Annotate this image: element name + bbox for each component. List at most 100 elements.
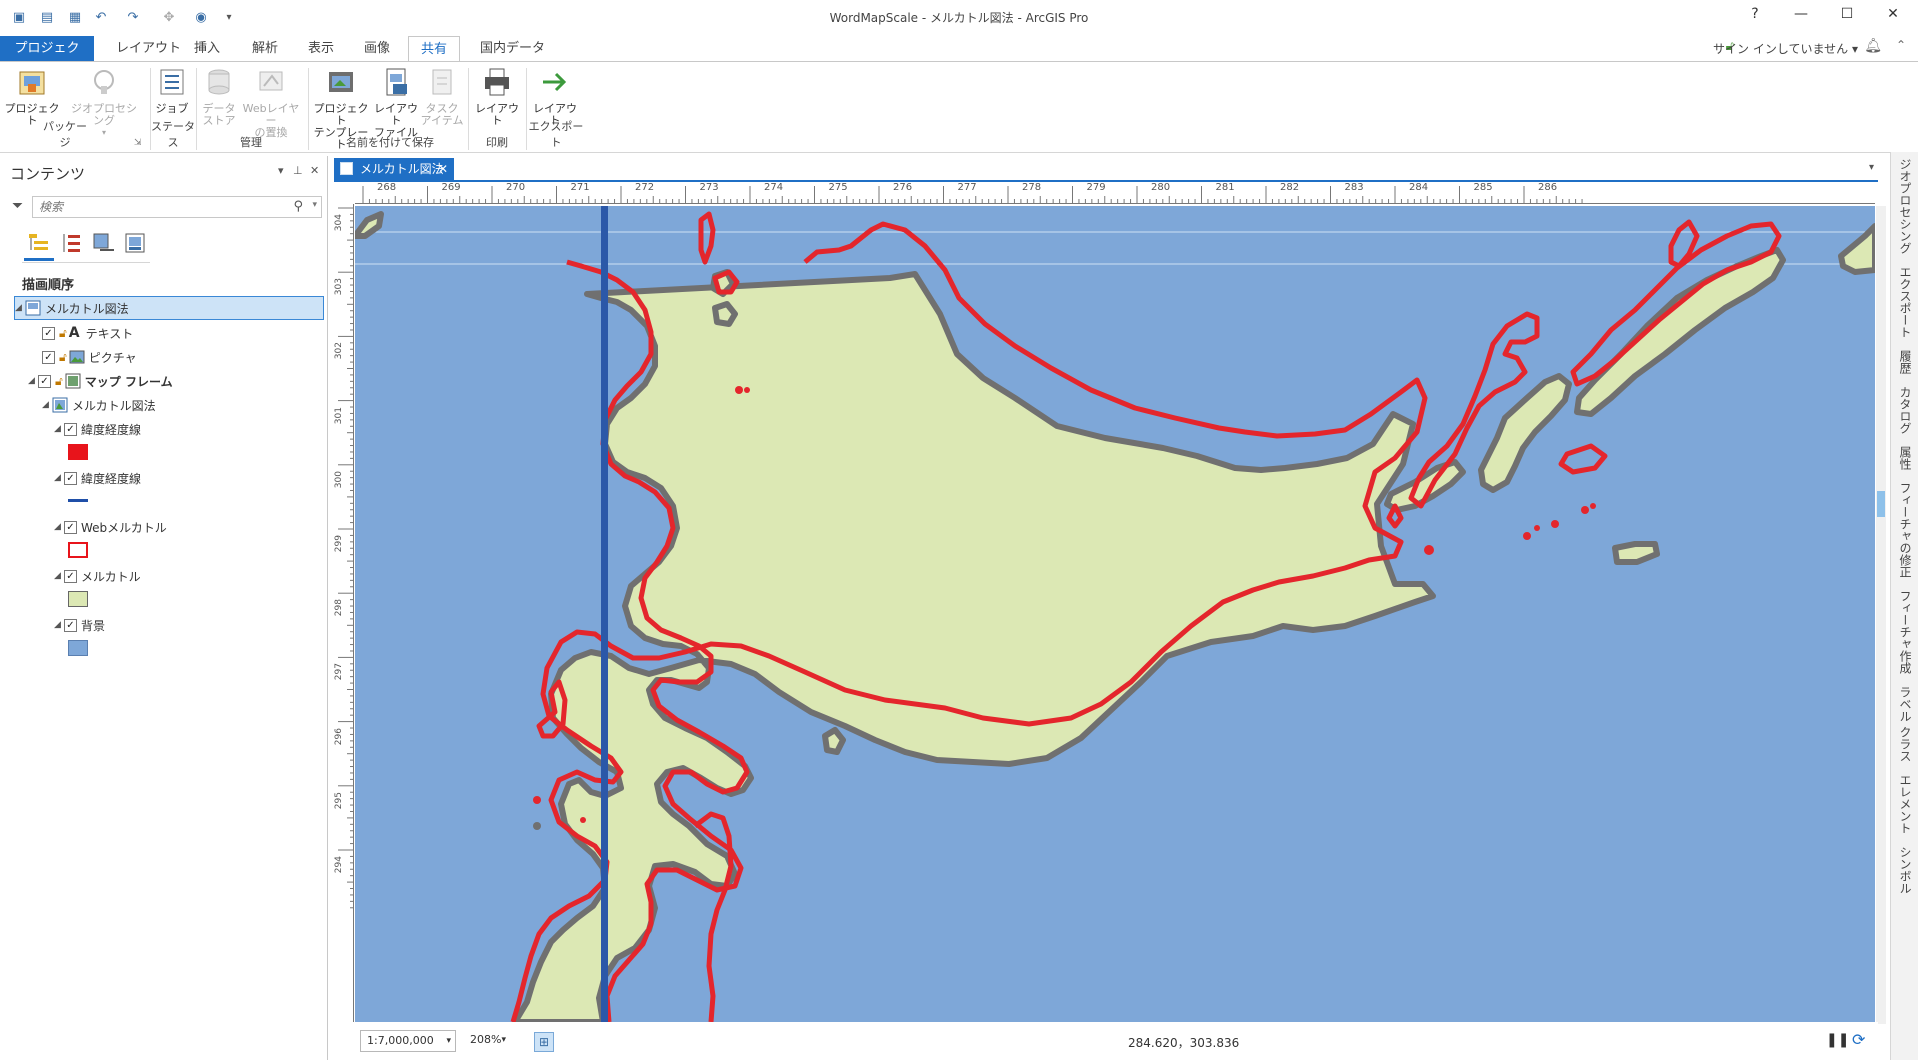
task-item-label-2: アイテム xyxy=(420,114,464,127)
window-title: WordMapScale - メルカトル図法 - ArcGIS Pro xyxy=(829,11,1089,25)
filter-icon[interactable]: ⏷ xyxy=(12,198,23,214)
print-layout-button[interactable]: レイアウト xyxy=(472,66,522,127)
close-button[interactable]: ✕ xyxy=(1878,6,1908,28)
dock-catalog[interactable]: カタログ xyxy=(1897,386,1914,434)
dock-history[interactable]: 履歴 xyxy=(1897,350,1914,374)
lock-icon[interactable]: 🔓︎ xyxy=(55,374,63,389)
vertical-scroll-thumb[interactable] xyxy=(1877,491,1885,517)
group-export: エクスポート xyxy=(528,120,584,149)
dock-symbol[interactable]: シンボル xyxy=(1897,846,1914,894)
scale-selector[interactable]: 1:7,000,000 ▾ xyxy=(360,1030,456,1052)
tree-item-picture[interactable]: ✓ 🔓︎ ピクチャ xyxy=(42,347,137,367)
dock-export[interactable]: エクスポート xyxy=(1897,266,1914,338)
visibility-checkbox[interactable]: ✓ xyxy=(64,471,77,485)
dialog-launcher-icon[interactable]: ⇲ xyxy=(134,138,142,148)
save-layout-file-button[interactable]: レイアウト ファイル xyxy=(372,66,420,139)
ruler-top-label: 276 xyxy=(893,182,913,193)
tree-item-map-frame[interactable]: ◢ ✓ 🔓︎ マップ フレーム xyxy=(28,371,173,391)
zoom-value: 208% xyxy=(470,1033,502,1046)
background-fill-swatch[interactable] xyxy=(68,640,88,656)
right-dock: ジオプロセシング エクスポート 履歴 カタログ 属性 フィーチャの修正 フィーチ… xyxy=(1890,152,1918,1060)
contents-pane: コンテンツ ▾ ⊥ ✕ ⏷ ⚲ ▾ 描画順序 ◢ メルカトル図法 ✓ 🔓︎ A … xyxy=(0,156,328,1060)
graticule-fill-swatch[interactable] xyxy=(68,444,88,460)
tree-item-graticule-2[interactable]: ◢ ✓ 緯度経度線 xyxy=(54,468,141,488)
tree-item-mercator[interactable]: ◢ ✓ メルカトル xyxy=(54,566,141,586)
list-by-selection-icon[interactable] xyxy=(90,230,116,256)
lock-icon[interactable]: 🔓︎ xyxy=(59,326,67,341)
tab-share[interactable]: 共有 xyxy=(408,36,461,62)
collapse-icon[interactable]: ◢ xyxy=(54,522,64,532)
ribbon-collapse-icon[interactable]: ⌃ xyxy=(1896,38,1906,52)
minimize-button[interactable]: — xyxy=(1786,6,1816,28)
draw-order-tab-icon[interactable] xyxy=(26,230,52,256)
pane-menu-icon[interactable]: ▾ xyxy=(278,164,284,177)
map-canvas[interactable] xyxy=(355,206,1875,1022)
contents-search[interactable]: ⚲ ▾ xyxy=(32,196,322,218)
visibility-checkbox[interactable]: ✓ xyxy=(64,618,77,632)
ruler-top-label: 281 xyxy=(1215,182,1235,193)
dock-geoprocessing[interactable]: ジオプロセシング xyxy=(1897,158,1914,254)
collapse-icon[interactable]: ◢ xyxy=(54,424,64,434)
task-item-button[interactable]: タスク アイテム xyxy=(420,66,464,127)
zoom-selector[interactable]: 208% ▾ xyxy=(464,1030,510,1052)
help-button[interactable]: ? xyxy=(1740,6,1770,28)
data-store-button[interactable]: データ ストア xyxy=(200,66,238,127)
tab-analysis[interactable]: 解析 xyxy=(240,36,290,62)
tree-item-web-mercator[interactable]: ◢ ✓ Webメルカトル xyxy=(54,517,167,537)
layout-view-tab[interactable]: メルカトル図法 ✕ xyxy=(334,158,454,180)
visibility-checkbox[interactable]: ✓ xyxy=(42,350,55,364)
web-mercator-outline-swatch[interactable] xyxy=(68,542,88,558)
dock-modify-features[interactable]: フィーチャの修正 xyxy=(1897,482,1914,578)
collapse-icon[interactable]: ◢ xyxy=(54,473,64,483)
collapse-icon[interactable]: ◢ xyxy=(54,620,64,630)
tree-item-text[interactable]: ✓ 🔓︎ A テキスト xyxy=(42,323,133,343)
tab-project[interactable]: プロジェクト xyxy=(0,36,94,82)
tab-view[interactable]: 表示 xyxy=(296,36,346,62)
tree-item-graticule-1[interactable]: ◢ ✓ 緯度経度線 xyxy=(54,419,141,439)
collapse-icon[interactable]: ◢ xyxy=(15,303,25,313)
search-input[interactable] xyxy=(33,197,273,217)
notification-bell-icon[interactable]: 🔔︎ xyxy=(1864,38,1882,54)
tab-domestic-data[interactable]: 国内データ xyxy=(468,36,557,62)
search-options-icon[interactable]: ▾ xyxy=(312,200,317,210)
search-icon[interactable]: ⚲ xyxy=(293,199,303,214)
list-by-snapping-icon[interactable] xyxy=(122,230,148,256)
tree-item-label: メルカトル図法 xyxy=(45,301,129,316)
view-menu-icon[interactable]: ▾ xyxy=(1869,162,1874,173)
pane-pin-icon[interactable]: ⊥ xyxy=(293,164,303,177)
refresh-icon[interactable]: ⟳ xyxy=(1852,1030,1865,1049)
pause-drawing-icon[interactable]: ❚❚ xyxy=(1826,1032,1849,1048)
visibility-checkbox[interactable]: ✓ xyxy=(64,569,77,583)
list-by-source-icon[interactable] xyxy=(58,230,84,256)
visibility-checkbox[interactable]: ✓ xyxy=(42,326,55,340)
graticule-line-swatch[interactable] xyxy=(68,499,88,502)
job-button[interactable]: ジョブ xyxy=(154,66,190,115)
tree-item-layout[interactable]: ◢ メルカトル図法 xyxy=(14,296,324,320)
collapse-icon[interactable]: ◢ xyxy=(42,400,52,410)
dock-label-class[interactable]: ラベル クラス xyxy=(1897,686,1914,762)
ruler-left-label: 294 xyxy=(334,856,344,874)
visibility-checkbox[interactable]: ✓ xyxy=(64,520,77,534)
dock-element[interactable]: エレメント xyxy=(1897,774,1914,834)
tree-item-background[interactable]: ◢ ✓ 背景 xyxy=(54,615,105,635)
pane-close-icon[interactable]: ✕ xyxy=(310,164,319,177)
dock-attributes[interactable]: 属性 xyxy=(1897,446,1914,470)
collapse-icon[interactable]: ◢ xyxy=(54,571,64,581)
tab-imagery[interactable]: 画像 xyxy=(352,36,402,62)
lock-icon[interactable]: 🔓︎ xyxy=(59,350,67,365)
visibility-checkbox[interactable]: ✓ xyxy=(64,422,77,436)
tab-layout[interactable]: レイアウト xyxy=(104,36,193,62)
sign-in-status[interactable]: サイン インしていません ▾ xyxy=(1713,40,1858,57)
tree-item-map[interactable]: ◢ メルカトル図法 xyxy=(42,395,156,415)
tab-insert[interactable]: 挿入 xyxy=(182,36,232,62)
vertical-scrollbar[interactable] xyxy=(1876,206,1886,1024)
grid-snapping-icon[interactable]: ⊞ xyxy=(534,1032,554,1052)
collapse-icon[interactable]: ◢ xyxy=(28,376,38,386)
close-tab-icon[interactable]: ✕ xyxy=(438,158,448,180)
mercator-small-c xyxy=(822,727,846,755)
replace-web-layer-button[interactable]: Webレイヤー の置換 xyxy=(240,66,302,139)
mercator-fill-swatch[interactable] xyxy=(68,591,88,607)
visibility-checkbox[interactable]: ✓ xyxy=(38,374,51,388)
dock-create-features[interactable]: フィーチャ作成 xyxy=(1897,590,1914,674)
maximize-button[interactable]: ☐ xyxy=(1832,6,1862,28)
